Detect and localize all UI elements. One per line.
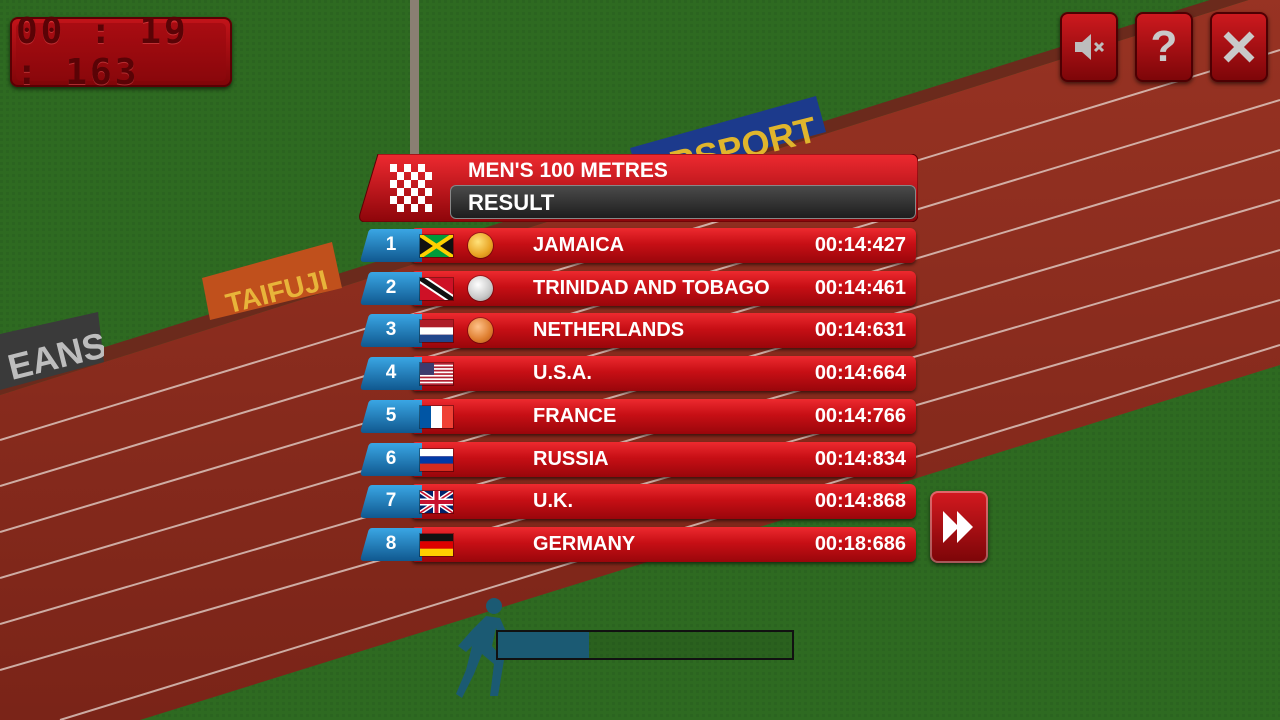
- country-name: FRANCE: [533, 404, 617, 427]
- result-row: 3 NETHERLANDS 00:14:631: [360, 313, 916, 349]
- result-bar: RESULT: [450, 185, 916, 219]
- result-row: 6 RUSSIA 00:14:834: [360, 441, 916, 477]
- rank-number: 7: [385, 490, 397, 512]
- result-label: RESULT: [468, 190, 555, 215]
- trinidad-flag-icon: [420, 277, 453, 300]
- result-row: 1 JAMAICA 00:14:427: [360, 228, 916, 263]
- finish-time: 00:18:686: [814, 532, 906, 555]
- result-row: 8 GERMANY 00:18:686: [360, 526, 916, 562]
- country-name: JAMAICA: [533, 234, 625, 256]
- country-name: TRINIDAD AND TOBAGO: [533, 276, 770, 299]
- finish-time: 00:14:461: [814, 276, 906, 299]
- close-icon: [1223, 31, 1255, 63]
- race-progress-bar: [496, 630, 794, 660]
- finish-time: 00:14:834: [814, 447, 906, 470]
- result-row: 2 TRINIDAD AND TOBAGO 00:14:461: [360, 270, 916, 306]
- germany-flag-icon: [420, 533, 453, 556]
- finish-time: 00:14:427: [814, 234, 906, 256]
- result-row: 4 U.S.A. 00:14:664: [360, 356, 916, 392]
- rank-number: 3: [385, 319, 397, 341]
- banner-left: EANS: [0, 312, 104, 390]
- country-name: RUSSIA: [533, 447, 609, 470]
- usa-flag-icon: [420, 363, 453, 386]
- finish-time: 00:14:766: [814, 404, 906, 427]
- country-name: GERMANY: [533, 532, 636, 555]
- gold-medal-icon: [468, 233, 493, 258]
- rank-number: 5: [385, 404, 397, 426]
- game-scene: EANS TAIFUJI RSPORT 00 : 19 : 163 ? MEN'…: [0, 0, 1280, 720]
- jamaica-flag-icon: [420, 235, 453, 257]
- checkered-flag-icon: [390, 164, 432, 212]
- country-name: U.K.: [533, 490, 573, 513]
- race-timer: 00 : 19 : 163: [10, 11, 232, 93]
- country-name: U.S.A.: [533, 362, 592, 385]
- russia-flag-icon: [420, 448, 453, 471]
- finish-time: 00:14:664: [814, 362, 906, 385]
- rank-number: 4: [385, 362, 397, 384]
- france-flag-icon: [420, 405, 453, 428]
- mute-button[interactable]: [1060, 12, 1118, 82]
- race-progress-fill: [498, 632, 590, 658]
- timer-text: 00 : 19 : 163: [16, 11, 189, 93]
- result-row: 5 FRANCE 00:14:766: [360, 398, 916, 434]
- finish-time: 00:14:631: [814, 319, 906, 342]
- results-header: MEN'S 100 METRES RESULT: [358, 154, 918, 222]
- rank-number: 1: [385, 234, 397, 255]
- rank-number: 8: [385, 532, 397, 554]
- rank-number: 2: [385, 276, 397, 298]
- help-button[interactable]: ?: [1135, 12, 1193, 82]
- mute-icon: [1075, 34, 1105, 60]
- close-button[interactable]: [1210, 12, 1268, 82]
- help-icon: ?: [1150, 22, 1178, 71]
- silver-medal-icon: [468, 275, 493, 301]
- next-button[interactable]: [930, 491, 988, 563]
- finish-time: 00:14:868: [814, 490, 906, 513]
- result-row: 7 U.K. 00:14:868: [360, 484, 916, 520]
- banner-middle: TAIFUJI: [202, 242, 342, 320]
- rank-number: 6: [385, 447, 397, 469]
- uk-flag-icon: [420, 491, 453, 514]
- country-name: NETHERLANDS: [533, 319, 685, 342]
- netherlands-flag-icon: [420, 320, 453, 343]
- event-title: MEN'S 100 METRES: [468, 159, 668, 182]
- fast-forward-icon: [943, 511, 973, 543]
